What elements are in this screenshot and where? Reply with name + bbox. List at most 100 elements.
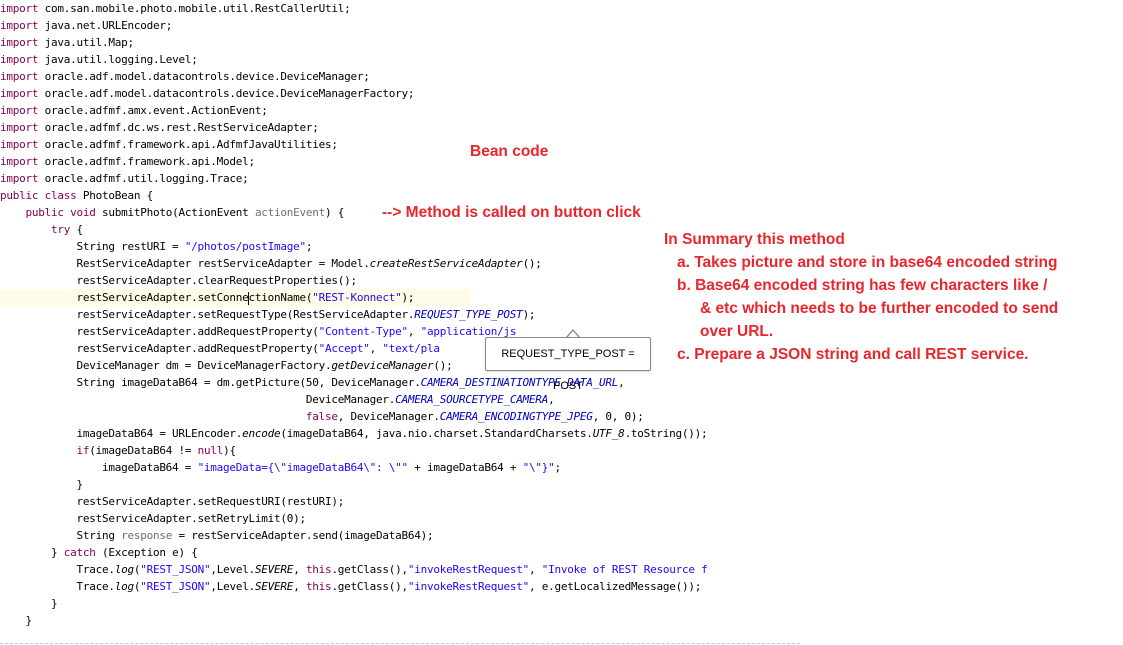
code-text: com.san.mobile.photo.mobile.util.RestCal…	[38, 2, 351, 15]
code-text: ,	[293, 580, 306, 593]
code-line[interactable]: import java.net.URLEncoder;	[0, 17, 1123, 34]
code-line[interactable]: imageDataB64 = URLEncoder.encode(imageDa…	[0, 425, 1123, 442]
code-line[interactable]: import oracle.adfmf.framework.api.AdfmfJ…	[0, 136, 1123, 153]
summary-title: In Summary this method	[664, 231, 845, 248]
code-text: String imageDataB64 = dm.getPicture(50, …	[0, 376, 421, 389]
method-called-annotation: --> Method is called on button click	[382, 204, 641, 221]
code-line[interactable]: String response = restServiceAdapter.sen…	[0, 527, 1123, 544]
code-string: "invokeRestRequest"	[407, 580, 530, 593]
code-text: + imageDataB64 +	[407, 461, 523, 474]
code-text: .getClass(),	[331, 563, 408, 576]
code-keyword: import	[0, 138, 39, 151]
code-line[interactable]: import com.san.mobile.photo.mobile.util.…	[0, 0, 1123, 17]
code-text: DeviceManager.	[0, 393, 396, 406]
code-line[interactable]: Trace.log("REST_JSON",Level.SEVERE, this…	[0, 578, 1123, 595]
code-line[interactable]: Trace.log("REST_JSON",Level.SEVERE, this…	[0, 561, 1123, 578]
code-line[interactable]: restServiceAdapter.setRequestURI(restURI…	[0, 493, 1123, 510]
code-line[interactable]: }	[0, 612, 1123, 629]
code-text: restServiceAdapter.setRetryLimit(0);	[0, 512, 306, 525]
code-text: ,	[529, 563, 542, 576]
code-static-member: log	[114, 580, 134, 593]
code-text: ) {	[325, 206, 345, 219]
code-text: oracle.adfmf.dc.ws.rest.RestServiceAdapt…	[38, 121, 319, 134]
code-line[interactable]: import oracle.adfmf.amx.event.ActionEven…	[0, 102, 1123, 119]
code-text: java.util.Map;	[38, 36, 134, 49]
code-text: .getClass(),	[331, 580, 408, 593]
code-keyword: import	[0, 172, 39, 185]
code-line[interactable]: public class PhotoBean {	[0, 187, 1123, 204]
code-line[interactable]: }	[0, 476, 1123, 493]
code-text: = restServiceAdapter.send(imageDataB64);	[172, 529, 434, 542]
code-line[interactable]: } catch (Exception e) {	[0, 544, 1123, 561]
code-text: oracle.adf.model.datacontrols.device.Dev…	[38, 87, 415, 100]
code-keyword: import	[0, 19, 39, 32]
code-text: , e.getLocalizedMessage());	[529, 580, 702, 593]
code-static-field: CAMERA_DESTINATIONTYPE_DATA_URL	[420, 376, 619, 389]
code-text: restServiceAdapter.addRequestProperty(	[0, 342, 319, 355]
code-static-member: log	[114, 563, 134, 576]
code-text: restServiceAdapter.setRequestURI(restURI…	[0, 495, 345, 508]
code-text: ,Level.	[210, 563, 255, 576]
code-line[interactable]: String restURI = "/photos/postImage";	[0, 238, 1123, 255]
code-keyword: public class	[0, 189, 77, 202]
code-static-member: SEVERE	[254, 563, 294, 576]
code-string: "invokeRestRequest"	[407, 563, 530, 576]
code-line[interactable]: imageDataB64 = "imageData={\"imageDataB6…	[0, 459, 1123, 476]
code-line[interactable]: import oracle.adfmf.framework.api.Model;	[0, 153, 1123, 170]
code-text: imageDataB64 = URLEncoder.	[0, 427, 243, 440]
code-string: "Content-Type"	[318, 325, 408, 338]
code-keyword: import	[0, 87, 39, 100]
code-line[interactable]: restServiceAdapter.setRetryLimit(0);	[0, 510, 1123, 527]
code-line[interactable]: import oracle.adf.model.datacontrols.dev…	[0, 68, 1123, 85]
hover-tooltip: REQUEST_TYPE_POST = POST	[485, 337, 651, 392]
code-line[interactable]: if(imageDataB64 != null){	[0, 442, 1123, 459]
summary-item-c: c. Prepare a JSON string and call REST s…	[677, 346, 1029, 363]
code-static-field: REQUEST_TYPE_POST	[414, 308, 523, 321]
code-text: }	[0, 597, 58, 610]
code-text: oracle.adfmf.util.logging.Trace;	[38, 172, 249, 185]
code-keyword: try	[50, 223, 71, 236]
code-line[interactable]: import oracle.adf.model.datacontrols.dev…	[0, 85, 1123, 102]
code-keyword: if	[76, 444, 90, 457]
code-text: oracle.adf.model.datacontrols.device.Dev…	[38, 70, 370, 83]
code-keyword: import	[0, 36, 39, 49]
code-parameter: actionEvent	[254, 206, 326, 219]
code-string: "\"}"	[522, 461, 555, 474]
editor-bottom-divider	[0, 643, 800, 644]
code-text: restServiceAdapter.addRequestProperty(	[0, 325, 319, 338]
code-line[interactable]: restServiceAdapter.setConnectionName("RE…	[0, 289, 470, 306]
code-text: java.net.URLEncoder;	[38, 19, 173, 32]
code-text: ){	[223, 444, 236, 457]
code-editor[interactable]: import com.san.mobile.photo.mobile.util.…	[0, 0, 1123, 645]
code-line[interactable]: try {	[0, 221, 1123, 238]
code-text: restServiceAdapter.clearRequestPropertie…	[0, 274, 357, 287]
code-line[interactable]: import java.util.Map;	[0, 34, 1123, 51]
code-text: );	[522, 308, 536, 321]
code-line[interactable]: import java.util.logging.Level;	[0, 51, 1123, 68]
code-keyword: import	[0, 104, 39, 117]
code-text: );	[401, 291, 415, 304]
code-text: ();	[522, 257, 542, 270]
code-keyword: null	[197, 444, 224, 457]
code-text: oracle.adfmf.framework.api.AdfmfJavaUtil…	[38, 138, 338, 151]
code-string: "text/pla	[382, 342, 440, 355]
code-text: DeviceManager dm = DeviceManagerFactory.	[0, 359, 332, 372]
code-line[interactable]: import oracle.adfmf.util.logging.Trace;	[0, 170, 1123, 187]
code-line[interactable]: false, DeviceManager.CAMERA_ENCODINGTYPE…	[0, 408, 1123, 425]
code-keyword: import	[0, 155, 39, 168]
code-text: RestServiceAdapter restServiceAdapter = …	[0, 257, 370, 270]
code-text: ,Level.	[210, 580, 255, 593]
code-line[interactable]: }	[0, 595, 1123, 612]
code-static-member: UTF_8	[592, 427, 625, 440]
code-string: "REST_JSON"	[140, 580, 211, 593]
code-text: ,	[369, 342, 383, 355]
code-text: oracle.adfmf.framework.api.Model;	[38, 155, 256, 168]
code-line[interactable]: import oracle.adfmf.dc.ws.rest.RestServi…	[0, 119, 1123, 136]
code-text: imageDataB64 =	[0, 461, 198, 474]
code-static-member: getDeviceManager	[331, 359, 434, 372]
code-text: java.util.logging.Level;	[38, 53, 198, 66]
code-string: "REST_JSON"	[140, 563, 211, 576]
code-text: oracle.adfmf.amx.event.ActionEvent;	[38, 104, 268, 117]
